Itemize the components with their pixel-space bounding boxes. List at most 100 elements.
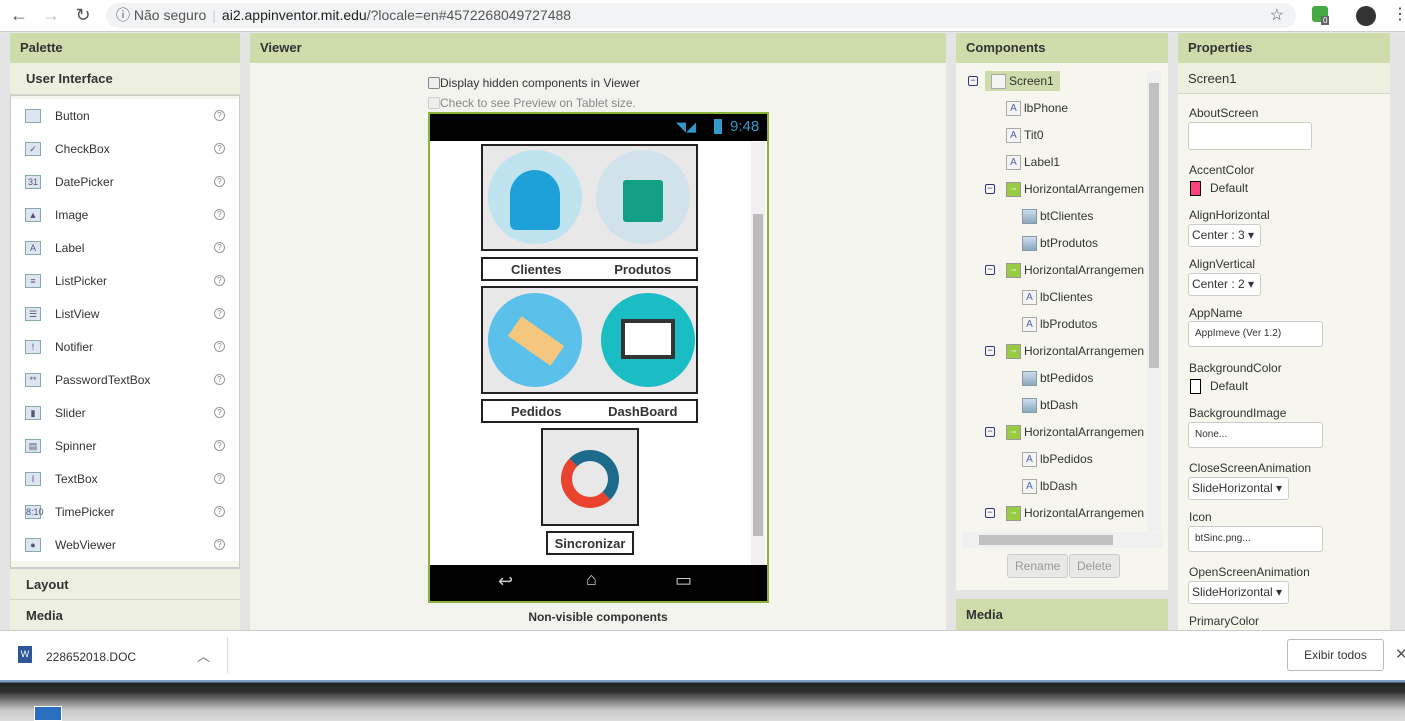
tree-item-horizontalarrangemen[interactable]: ▫▫ HorizontalArrangemen [1006,179,1144,199]
help-icon[interactable]: ? [214,440,225,451]
sincronizar-button[interactable] [541,428,639,526]
pedidos-dash-labels: Pedidos DashBoard [481,399,698,423]
help-icon[interactable]: ? [214,308,225,319]
help-icon[interactable]: ? [214,341,225,352]
menu-icon[interactable]: ⋮ [1392,4,1405,24]
tree-item-lbpedidos[interactable]: AlbPedidos [1022,449,1093,469]
palette-item-textbox[interactable]: I TextBox? [11,462,239,495]
timepicker-icon: 8:10 [25,504,44,519]
palette-item-datepicker[interactable]: 31 DatePicker? [11,165,239,198]
help-icon[interactable]: ? [214,176,225,187]
collapse-icon[interactable]: − [985,427,995,437]
tree-item-label1[interactable]: A Label1 [1006,152,1060,172]
help-icon[interactable]: ? [214,506,225,517]
dashboard-button[interactable] [601,293,695,387]
backgroundcolor-value[interactable]: Default [1210,379,1248,393]
desktop-app-icon[interactable] [34,706,62,721]
tree-item-lbclientes[interactable]: AlbClientes [1022,287,1093,307]
tree-item-horizontalarrangemen[interactable]: ▫▫ HorizontalArrangemen [1006,260,1144,280]
tree-item-lbdash[interactable]: AlbDash [1022,476,1077,496]
icon-input[interactable]: btSinc.png... [1188,526,1323,552]
download-filename[interactable]: 228652018.DOC [46,650,136,664]
phone-scrollbar[interactable] [751,142,765,565]
collapse-icon[interactable]: − [985,184,995,194]
help-icon[interactable]: ? [214,473,225,484]
tree-vertical-scrollbar[interactable] [1147,71,1161,531]
chevron-up-icon[interactable]: ︿ [197,646,210,665]
openscreenanimation-select[interactable]: SlideHorizontal ▾ [1188,581,1290,604]
aboutscreen-textarea[interactable] [1188,122,1312,150]
help-icon[interactable]: ? [214,275,225,286]
produtos-button[interactable] [596,150,690,244]
delete-button[interactable]: Delete [1069,554,1120,578]
alignhorizontal-select[interactable]: Center : 3 ▾ [1188,224,1262,247]
accentcolor-swatch[interactable] [1190,181,1201,196]
tree-item-btdash[interactable]: btDash [1022,395,1078,415]
tree-item-lbphone[interactable]: AlbPhone [1006,98,1068,118]
tablet-preview-checkbox[interactable] [428,97,440,109]
collapse-icon[interactable]: − [985,346,995,356]
star-icon[interactable]: ☆ [1270,3,1284,28]
tablet-preview-option[interactable]: Check to see Preview on Tablet size. [428,96,636,110]
help-icon[interactable]: ? [214,143,225,154]
help-icon[interactable]: ? [214,539,225,550]
rename-button[interactable]: Rename [1007,554,1069,578]
tree-item-btprodutos[interactable]: btProdutos [1022,233,1098,253]
palette-item-listpicker[interactable]: ≡ ListPicker? [11,264,239,297]
help-icon[interactable]: ? [214,242,225,253]
palette-item-slider[interactable]: ▮ Slider? [11,396,239,429]
tree-item-btpedidos[interactable]: btPedidos [1022,368,1093,388]
home-nav-icon[interactable]: ⌂ [586,569,597,590]
recent-apps-icon[interactable]: ▭ [675,570,692,591]
collapse-icon[interactable]: − [985,508,995,518]
accentcolor-value[interactable]: Default [1210,181,1248,195]
close-icon[interactable]: ✕ [1395,645,1405,663]
forward-icon[interactable]: → [40,5,62,26]
palette-item-listview[interactable]: ☰ ListView? [11,297,239,330]
palette-item-timepicker[interactable]: 8:10 TimePicker? [11,495,239,528]
display-hidden-option[interactable]: Display hidden components in Viewer [428,76,640,90]
palette-item-label[interactable]: A Label? [11,231,239,264]
palette-section-user-interface[interactable]: User Interface [10,63,240,95]
tree-item-horizontalarrangemen[interactable]: ▫▫ HorizontalArrangemen [1006,341,1144,361]
closescreenanimation-select[interactable]: SlideHorizontal ▾ [1188,477,1290,500]
palette-item-checkbox[interactable]: ✓ CheckBox? [11,132,239,165]
status-time: 9:48 [730,118,760,135]
alignvertical-select[interactable]: Center : 2 ▾ [1188,273,1262,296]
show-all-button[interactable]: Exibir todos [1287,639,1384,671]
back-icon[interactable]: ← [8,5,30,26]
tree-item-btclientes[interactable]: btClientes [1022,206,1093,226]
palette-item-webviewer[interactable]: ● WebViewer? [11,528,239,561]
help-icon[interactable]: ? [214,374,225,385]
appname-input[interactable]: AppImeve (Ver 1.2) [1188,321,1323,347]
pedidos-button[interactable] [488,293,582,387]
palette-section-layout[interactable]: Layout [10,568,240,600]
tree-horizontal-scrollbar[interactable] [962,532,1162,548]
palette-item-notifier[interactable]: ! Notifier? [11,330,239,363]
tree-item-tit0[interactable]: A Tit0 [1006,125,1044,145]
tree-item-horizontalarrangemen[interactable]: ▫▫ HorizontalArrangemen [1006,422,1144,442]
display-hidden-checkbox[interactable] [428,77,440,89]
info-icon[interactable]: ⓘ [116,7,130,23]
reload-icon[interactable]: ↻ [72,5,94,26]
help-icon[interactable]: ? [214,407,225,418]
palette-item-spinner[interactable]: ▤ Spinner? [11,429,239,462]
address-bar[interactable]: ⓘ Não seguro | ai2.appinventor.mit.edu/?lo… [106,3,1296,28]
tree-item-lbprodutos[interactable]: AlbProdutos [1022,314,1097,334]
palette-section-media[interactable]: Media [10,600,240,632]
tree-item-horizontalarrangemen[interactable]: ▫▫ HorizontalArrangemen [1006,503,1144,523]
palette-item-image[interactable]: ▲ Image? [11,198,239,231]
help-icon[interactable]: ? [214,110,225,121]
collapse-icon[interactable]: − [985,265,995,275]
palette-item-button[interactable]: Button? [11,99,239,132]
backgroundcolor-swatch[interactable] [1190,379,1201,394]
back-nav-icon[interactable]: ↩ [498,571,513,592]
help-icon[interactable]: ? [214,209,225,220]
avatar[interactable] [1356,6,1376,26]
backgroundimage-input[interactable]: None... [1188,422,1323,448]
tree-item-screen1[interactable]: Screen1 [985,71,1060,91]
collapse-icon[interactable]: − [968,76,978,86]
palette-item-passwordtextbox[interactable]: ** PasswordTextBox? [11,363,239,396]
clientes-button[interactable] [488,150,582,244]
primarycolor-label: PrimaryColor [1189,614,1260,628]
